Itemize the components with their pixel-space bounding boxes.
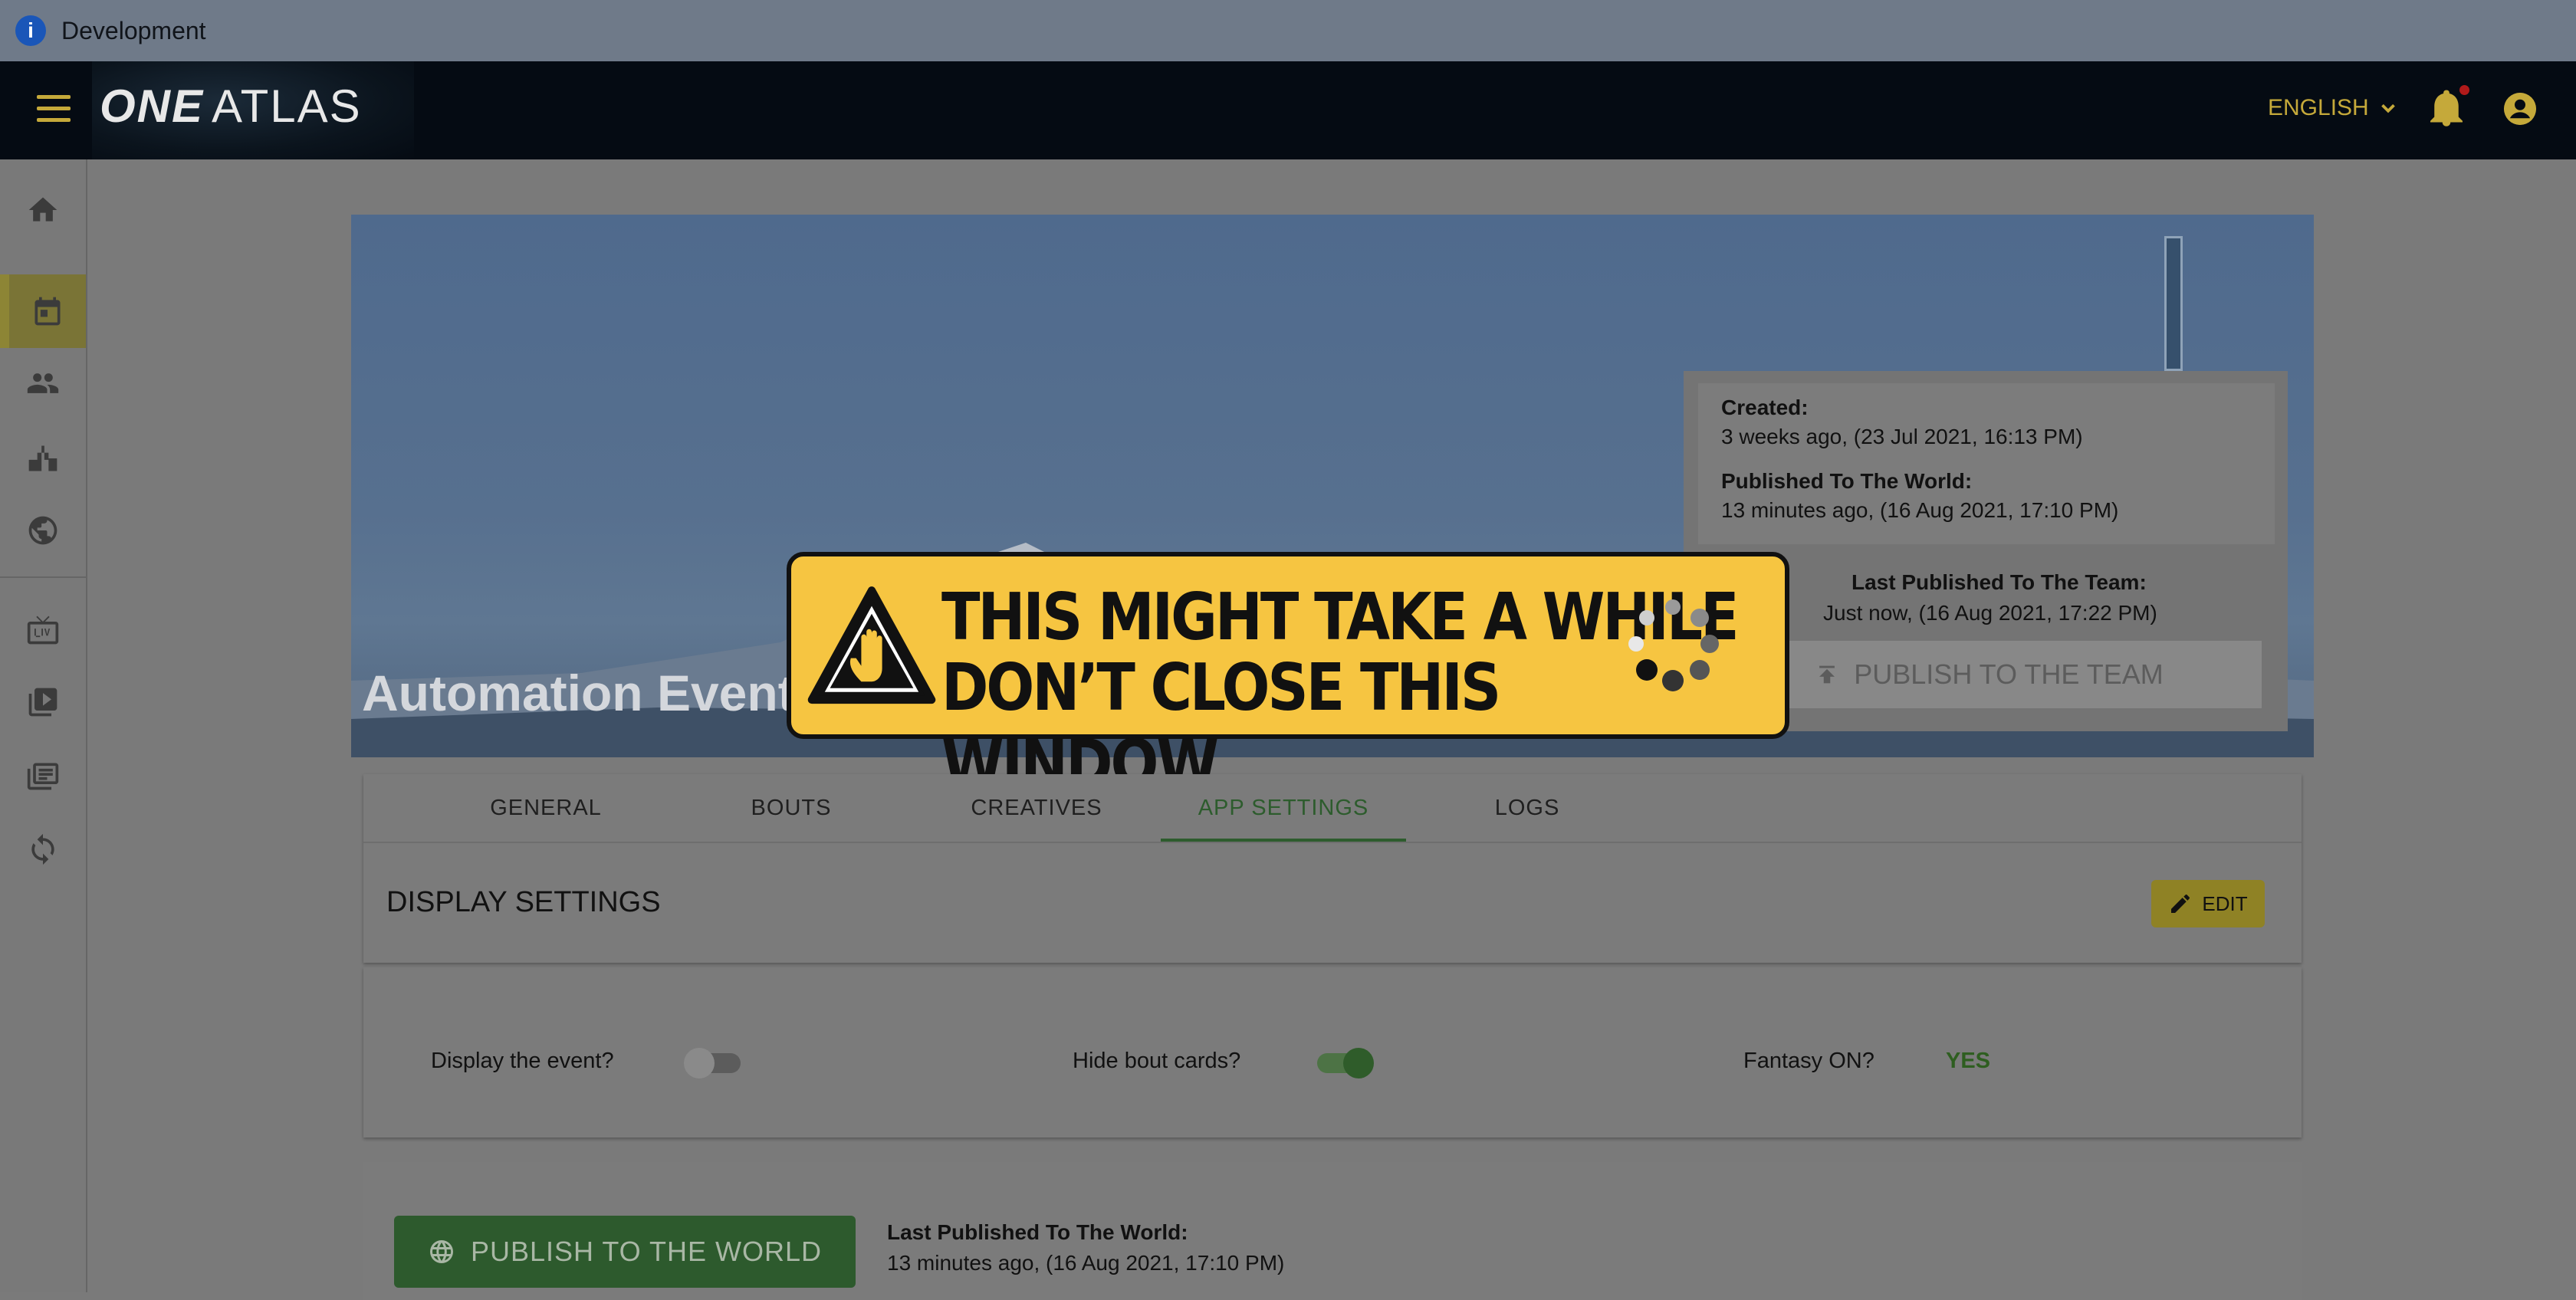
- language-selector[interactable]: ENGLISH: [2268, 95, 2400, 121]
- tabs-divider: [363, 842, 2302, 843]
- podium-icon: [28, 445, 58, 471]
- sidebar-item-sync[interactable]: [0, 817, 86, 881]
- publish-icon: [1819, 665, 1835, 684]
- publish-to-world-label: PUBLISH TO THE WORLD: [470, 1236, 823, 1267]
- sidebar-item-organizations[interactable]: [0, 426, 86, 491]
- display-settings-title: DISPLAY SETTINGS: [386, 886, 661, 918]
- sidebar-item-people[interactable]: [0, 351, 86, 415]
- world-published-value: 13 minutes ago, (16 Aug 2021, 17:10 PM): [887, 1251, 1285, 1275]
- info-icon: i: [15, 15, 46, 46]
- environment-banner: i Development: [0, 0, 2576, 61]
- toggle-knob: [1343, 1048, 1374, 1078]
- fantasy-label: Fantasy ON?: [1743, 1049, 1875, 1073]
- fantasy-value: YES: [1946, 1049, 1991, 1073]
- display-settings-card: [363, 967, 2302, 1138]
- logo-bold-text: ONE: [100, 80, 205, 132]
- display-event-label: Display the event?: [431, 1049, 614, 1073]
- publish-to-team-button[interactable]: PUBLISH TO THE TEAM: [1716, 641, 2262, 708]
- video-library-icon: [28, 688, 58, 717]
- sidebar-item-live[interactable]: [0, 598, 86, 662]
- warning-line-1: THIS MIGHT TAKE A WHILE: [941, 579, 1740, 655]
- calendar-icon: [34, 297, 61, 326]
- world-published-label: Last Published To The World:: [887, 1220, 1188, 1244]
- globe-icon: [429, 1240, 453, 1263]
- event-title: Automation Event: [362, 665, 795, 721]
- sidebar-item-collections[interactable]: [0, 744, 86, 808]
- tab-bouts[interactable]: BOUTS: [690, 774, 892, 842]
- tower-image: [2164, 236, 2183, 371]
- loading-warning-popup: THIS MIGHT TAKE A WHILE DON’T CLOSE THIS…: [787, 552, 1789, 802]
- account-icon[interactable]: [2504, 93, 2536, 125]
- created-label: Created:: [1721, 396, 1809, 419]
- pencil-icon: [2171, 895, 2190, 913]
- display-event-toggle[interactable]: [684, 1048, 741, 1078]
- sidebar-divider: [0, 576, 86, 578]
- hide-bout-cards-label: Hide bout cards?: [1073, 1049, 1241, 1073]
- created-value: 3 weeks ago, (23 Jul 2021, 16:13 PM): [1721, 425, 2083, 448]
- notification-dot: [2459, 85, 2469, 95]
- app-logo[interactable]: ONE ATLAS: [100, 80, 362, 133]
- sidebar-item-home[interactable]: [0, 178, 86, 242]
- publish-to-world-button[interactable]: PUBLISH TO THE WORLD: [394, 1216, 856, 1288]
- chevron-down-icon: [2380, 103, 2395, 113]
- tab-logs[interactable]: LOGS: [1426, 774, 1628, 842]
- publish-to-team-label: PUBLISH TO THE TEAM: [1854, 658, 2164, 690]
- team-published-value: Just now, (16 Aug 2021, 17:22 PM): [1823, 601, 2157, 625]
- sidebar-item-videos[interactable]: [0, 670, 86, 734]
- published-world-value: 13 minutes ago, (16 Aug 2021, 17:10 PM): [1721, 498, 2119, 522]
- published-world-label: Published To The World:: [1721, 469, 1973, 493]
- event-dates-panel: Created: 3 weeks ago, (23 Jul 2021, 16:1…: [1698, 383, 2275, 544]
- notifications-bell-icon[interactable]: [2430, 89, 2463, 129]
- sidebar-item-venues[interactable]: [0, 498, 86, 563]
- team-published-label: Last Published To The Team:: [1852, 570, 2147, 594]
- tab-creatives[interactable]: CREATIVES: [935, 774, 1138, 842]
- language-label: ENGLISH: [2268, 95, 2369, 120]
- home-icon: [28, 197, 58, 222]
- toggle-knob: [684, 1048, 715, 1078]
- tab-general[interactable]: GENERAL: [445, 774, 647, 842]
- loading-spinner-icon: [1628, 599, 1719, 691]
- edit-label: EDIT: [2202, 891, 2248, 915]
- collections-icon: [27, 763, 59, 790]
- live-tv-icon: [27, 616, 59, 645]
- environment-label: Development: [61, 16, 206, 44]
- menu-icon[interactable]: [37, 95, 71, 126]
- side-navigation: [0, 159, 87, 1292]
- tab-app-settings[interactable]: APP SETTINGS: [1161, 774, 1406, 842]
- people-icon: [27, 373, 59, 393]
- edit-button[interactable]: EDIT: [2151, 880, 2265, 927]
- logo-light-text: ATLAS: [212, 80, 362, 132]
- globe-icon: [28, 516, 58, 545]
- sidebar-item-events[interactable]: [0, 274, 86, 348]
- hide-bout-cards-toggle[interactable]: [1317, 1048, 1374, 1078]
- sync-icon: [31, 833, 54, 865]
- stop-hand-warning-icon: [807, 586, 936, 704]
